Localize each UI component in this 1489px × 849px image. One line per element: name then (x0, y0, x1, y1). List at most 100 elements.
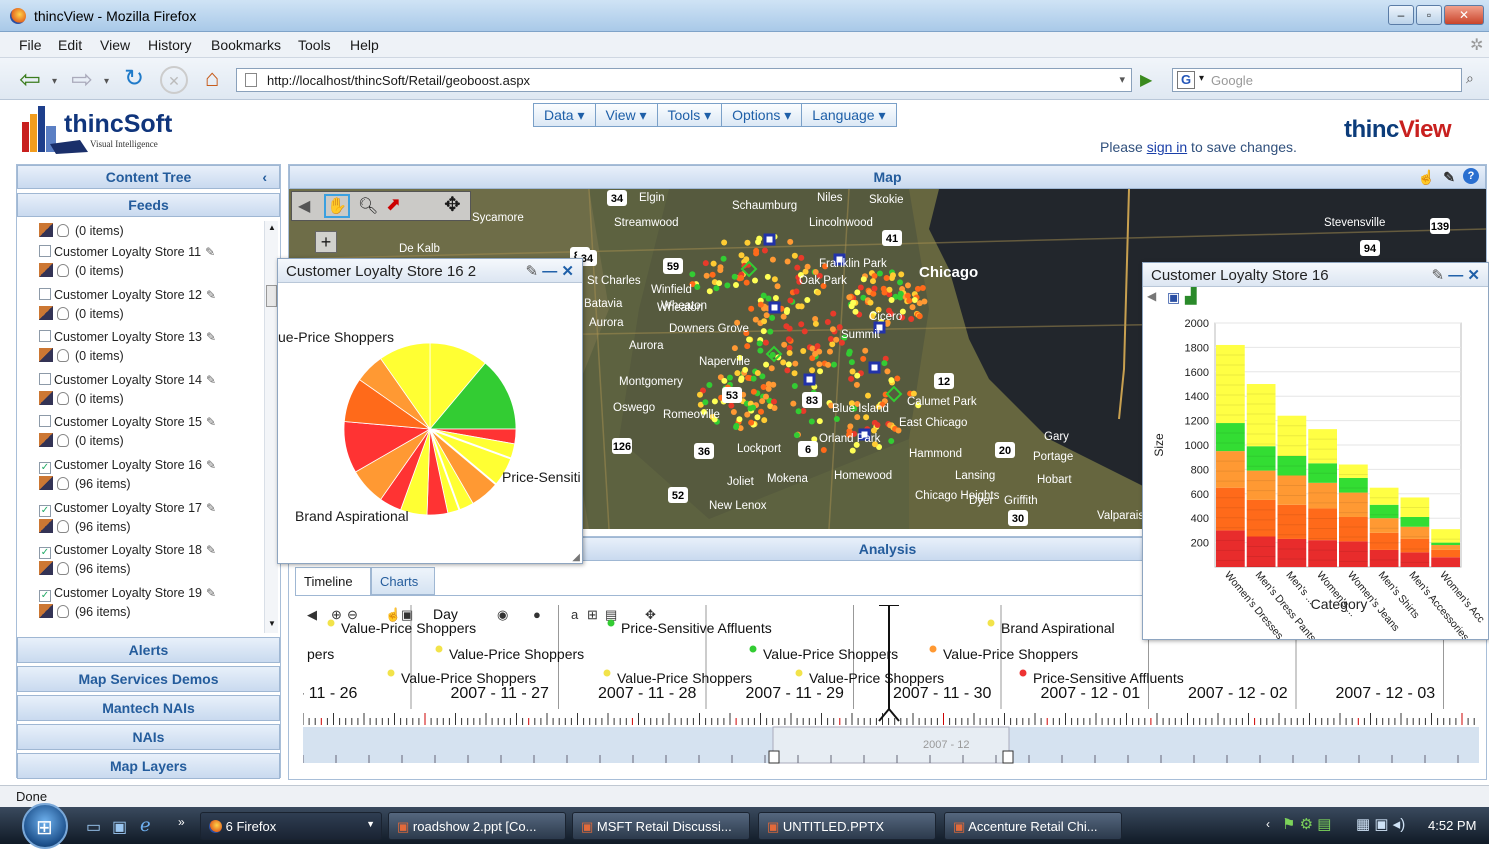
customer-point[interactable] (759, 398, 766, 405)
customer-point[interactable] (751, 277, 758, 284)
event-label[interactable]: Value-Price Shoppers (943, 646, 1078, 662)
pie-edit-icon[interactable]: ✎ (526, 263, 539, 280)
menu-data[interactable]: Data ▾ (533, 103, 596, 127)
customer-point[interactable] (743, 279, 750, 286)
bar-segment[interactable] (1246, 384, 1276, 447)
event-label[interactable]: Value-Price Shoppers (617, 670, 752, 686)
customer-point[interactable] (863, 414, 870, 421)
customer-point[interactable] (744, 239, 751, 246)
customer-point[interactable] (824, 319, 831, 326)
customer-point[interactable] (833, 336, 840, 343)
customer-point[interactable] (784, 306, 791, 313)
bar-segment[interactable] (1308, 540, 1337, 567)
switch-windows-icon[interactable]: ▣ (112, 817, 127, 837)
customer-point[interactable] (744, 343, 751, 350)
customer-point[interactable] (791, 382, 798, 389)
customer-point[interactable] (768, 365, 775, 372)
feeds-header[interactable]: Feeds (17, 193, 280, 217)
bar-segment[interactable] (1369, 518, 1399, 533)
customer-point[interactable] (731, 345, 738, 352)
edit-icon[interactable]: ✎ (206, 415, 216, 429)
customer-point[interactable] (830, 310, 837, 317)
event-label[interactable]: Value-Price Shoppers (809, 670, 944, 686)
bar-segment[interactable] (1400, 552, 1430, 567)
edit-icon[interactable]: ✎ (206, 586, 216, 600)
customer-point[interactable] (764, 273, 771, 280)
customer-point[interactable] (801, 328, 808, 335)
feed-item[interactable]: Customer Loyalty Store 11 ✎ (39, 245, 215, 259)
bar-segment[interactable] (1369, 504, 1399, 519)
bulb-icon[interactable] (57, 477, 69, 490)
overview-right-handle[interactable] (1002, 750, 1014, 764)
customer-point[interactable] (689, 271, 696, 278)
menu-tools[interactable]: Tools (298, 37, 331, 53)
customer-point[interactable] (734, 370, 741, 377)
customer-point[interactable] (820, 446, 827, 453)
customer-point[interactable] (870, 290, 877, 297)
customer-point[interactable] (762, 339, 769, 346)
customer-point[interactable] (786, 349, 793, 356)
customer-point[interactable] (857, 284, 864, 291)
customer-point[interactable] (791, 370, 798, 377)
bar-segment[interactable] (1246, 470, 1276, 500)
url-text[interactable]: http://localhost/thincSoft/Retail/geoboo… (267, 73, 530, 88)
customer-point[interactable] (854, 372, 861, 379)
customer-point[interactable] (852, 308, 859, 315)
maximize-button[interactable]: ▫ (1416, 5, 1442, 25)
edit-icon[interactable]: ✎ (206, 543, 216, 557)
customer-point[interactable] (804, 263, 811, 270)
go-icon[interactable]: ▶ (1140, 70, 1152, 90)
customer-point[interactable] (746, 336, 753, 343)
customer-point[interactable] (770, 398, 777, 405)
ie-icon[interactable]: ℯ (140, 815, 151, 836)
customer-point[interactable] (862, 347, 869, 354)
customer-point[interactable] (761, 318, 768, 325)
bar-segment[interactable] (1246, 446, 1276, 471)
customer-point[interactable] (771, 405, 778, 412)
customer-point[interactable] (790, 400, 797, 407)
customer-point[interactable] (758, 408, 765, 415)
customer-point[interactable] (854, 289, 861, 296)
event-label[interactable]: Value-Price Shoppers (763, 646, 898, 662)
back-button[interactable]: ⇦ (14, 66, 46, 94)
customer-point[interactable] (780, 359, 787, 366)
customer-point[interactable] (874, 421, 881, 428)
event-dot[interactable] (603, 669, 611, 677)
customer-point[interactable] (800, 348, 807, 355)
store-marker[interactable] (803, 373, 816, 386)
customer-point[interactable] (738, 275, 745, 282)
signin-link[interactable]: sign in (1147, 139, 1187, 155)
customer-point[interactable] (754, 370, 761, 377)
event-label[interactable]: Value-Price Shoppers (401, 670, 536, 686)
collapse-icon[interactable]: ‹ (262, 166, 267, 188)
customer-point[interactable] (767, 328, 774, 335)
event-label[interactable]: pers (307, 646, 334, 662)
customer-point[interactable] (784, 258, 791, 265)
customer-point[interactable] (769, 256, 776, 263)
map-pan-icon[interactable]: ☝ (1418, 166, 1435, 188)
customer-point[interactable] (750, 375, 757, 382)
customer-point[interactable] (826, 348, 833, 355)
customer-point[interactable] (911, 296, 918, 303)
customer-point[interactable] (795, 303, 802, 310)
customer-point[interactable] (721, 239, 728, 246)
feed-checkbox[interactable]: ✓ (39, 589, 51, 602)
customer-point[interactable] (696, 391, 703, 398)
customer-point[interactable] (716, 280, 723, 287)
feed-item[interactable]: Customer Loyalty Store 14 ✎ (39, 372, 216, 387)
customer-point[interactable] (849, 368, 856, 375)
customer-point[interactable] (846, 348, 853, 355)
edit-icon[interactable]: ✎ (206, 373, 216, 387)
menu-bookmarks[interactable]: Bookmarks (211, 37, 281, 53)
map-tool-back-icon[interactable]: ◀ (298, 196, 310, 216)
customer-point[interactable] (909, 304, 916, 311)
tab-charts[interactable]: Charts (371, 567, 435, 595)
customer-point[interactable] (702, 260, 709, 267)
menu-edit[interactable]: Edit (58, 37, 82, 53)
store-marker[interactable] (868, 361, 881, 374)
bulb-icon[interactable] (57, 264, 69, 277)
customer-point[interactable] (884, 368, 891, 375)
bar-segment[interactable] (1339, 541, 1368, 567)
customer-point[interactable] (774, 283, 781, 290)
customer-point[interactable] (754, 414, 761, 421)
